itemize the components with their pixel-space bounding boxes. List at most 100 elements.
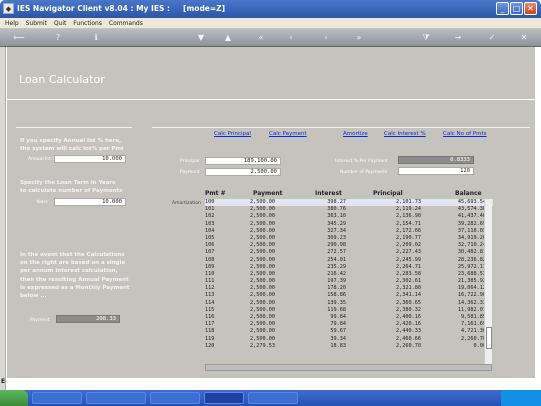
table-row[interactable]: 101 2,500.00 380.76 2,119.24 43,574.30 [205, 206, 493, 213]
table-row[interactable]: 100 2,500.00 398.27 2,101.73 45,693.54 [205, 199, 493, 207]
menu-commands[interactable]: Commands [109, 18, 143, 29]
table-row[interactable]: 112 2,500.00 178.20 2,321.80 19,064.12 [205, 285, 493, 292]
cell-interest: 327.34 [327, 227, 346, 234]
table-row[interactable]: 104 2,500.00 327.34 2,172.66 37,110.03 [205, 228, 493, 235]
payment-field[interactable]: 2,500.00 [205, 168, 281, 176]
minimize-button[interactable]: _ [496, 2, 509, 15]
cell-interest: 197.39 [327, 278, 346, 285]
cell-principal: 2,190.77 [396, 234, 421, 241]
side-strip: E [0, 47, 6, 390]
cell-balance: 7,161.69 [461, 321, 486, 328]
cell-pmt: 117 [205, 321, 215, 328]
principal-field[interactable]: 189,100.00 [205, 157, 281, 165]
filter-icon[interactable]: ⧩ [420, 32, 432, 44]
close-window-button[interactable]: ✕ [524, 2, 537, 15]
forward-icon[interactable]: → [452, 32, 464, 44]
table-row[interactable]: 109 2,500.00 235.29 2,264.71 25,972.11 [205, 264, 493, 271]
amortization-table: 100 2,500.00 398.27 2,101.73 45,693.54 101 2,5… [205, 199, 493, 363]
cell-balance: 32,710.24 [457, 242, 486, 249]
note-line6: below ... [20, 293, 47, 300]
table-row[interactable]: 102 2,500.00 363.10 2,136.90 41,437.40 [205, 213, 493, 220]
menu-bar: Help Submit Quit Functions Commands [0, 18, 541, 29]
table-row[interactable]: 120 2,279.53 18.83 2,260.70 0.00 [205, 343, 493, 350]
last-icon[interactable]: » [353, 32, 365, 44]
cell-payment: 2,500.00 [250, 299, 275, 306]
taskbar-item-2[interactable] [86, 392, 146, 404]
maximize-button[interactable]: □ [510, 2, 523, 15]
cell-interest: 139.35 [327, 299, 346, 306]
table-vertical-scrollbar[interactable] [484, 199, 492, 364]
menu-help[interactable]: Help [5, 18, 19, 29]
cell-pmt: 118 [205, 328, 215, 335]
cell-principal: 2,245.99 [396, 256, 421, 263]
amortization-label: Amortization [172, 201, 201, 206]
years-field[interactable]: 10.000 [54, 198, 126, 206]
table-row[interactable]: 106 2,500.00 290.98 2,209.02 32,710.24 [205, 242, 493, 249]
taskbar-item-1[interactable] [32, 392, 82, 404]
down-icon[interactable]: ▼ [195, 32, 207, 44]
col-header-pmt: Pmt # [205, 190, 226, 197]
cell-payment: 2,500.00 [250, 321, 275, 328]
annual-hint-line1: If you specify Annual Int % here, [20, 138, 122, 144]
table-row[interactable]: 116 2,500.00 99.84 2,400.16 9,581.85 [205, 314, 493, 321]
taskbar-item-5[interactable] [248, 392, 298, 404]
cell-payment: 2,500.00 [250, 335, 275, 342]
table-row[interactable]: 119 2,500.00 39.34 2,460.66 2,260.70 [205, 336, 493, 343]
calc-interest-link[interactable]: Calc Interest % [384, 131, 426, 137]
cell-pmt: 102 [205, 213, 215, 220]
cell-interest: 345.29 [327, 220, 346, 227]
cell-pmt: 101 [205, 206, 215, 213]
taskbar-item-3[interactable] [150, 392, 200, 404]
cell-pmt: 119 [205, 335, 215, 342]
back-icon[interactable]: ⟵ [10, 32, 28, 44]
table-row[interactable]: 114 2,500.00 139.35 2,360.65 14,362.33 [205, 300, 493, 307]
cell-interest: 18.83 [330, 342, 346, 349]
table-row[interactable]: 107 2,500.00 272.57 2,227.43 30,482.81 [205, 249, 493, 256]
start-button[interactable] [0, 390, 28, 406]
info-icon[interactable]: ℹ [90, 32, 102, 44]
table-row[interactable]: 108 2,500.00 254.01 2,245.99 28,236.82 [205, 257, 493, 264]
cell-principal: 2,302.61 [396, 278, 421, 285]
prev-icon[interactable]: ‹ [285, 32, 297, 44]
calc-payment-link[interactable]: Calc Payment [269, 131, 307, 137]
table-row[interactable]: 105 2,500.00 309.23 2,190.77 34,919.26 [205, 235, 493, 242]
page-title: Loan Calculator [19, 73, 105, 86]
menu-submit[interactable]: Submit [26, 18, 47, 29]
next-icon[interactable]: › [320, 32, 332, 44]
taskbar-item-4[interactable] [204, 392, 244, 404]
table-row[interactable]: 115 2,500.00 119.68 2,380.32 11,982.01 [205, 307, 493, 314]
help-icon[interactable]: ? [52, 32, 64, 44]
divider-right [152, 127, 530, 128]
cell-pmt: 107 [205, 249, 215, 256]
close-icon[interactable]: ✕ [518, 32, 530, 44]
up-icon[interactable]: ▲ [222, 32, 234, 44]
table-row[interactable]: 111 2,500.00 197.39 2,302.61 21,385.92 [205, 278, 493, 285]
note-line4: then the resulting Annual Payment [20, 276, 129, 283]
cell-balance: 39,282.69 [457, 220, 486, 227]
cell-principal: 2,209.02 [396, 242, 421, 249]
cell-interest: 178.20 [327, 285, 346, 292]
col-header-payment: Payment [253, 190, 283, 197]
table-row[interactable]: 103 2,500.00 345.29 2,154.71 39,282.69 [205, 221, 493, 228]
menu-quit[interactable]: Quit [54, 18, 67, 29]
table-horizontal-scrollbar[interactable] [205, 364, 492, 371]
table-row[interactable]: 113 2,500.00 158.86 2,341.14 16,722.98 [205, 292, 493, 299]
amortize-link[interactable]: Amortize [343, 131, 368, 137]
cell-pmt: 104 [205, 227, 215, 234]
cell-interest: 216.42 [327, 270, 346, 277]
scrollbar-thumb[interactable] [486, 327, 492, 349]
cell-principal: 2,136.90 [396, 213, 421, 220]
calc-no-pmts-link[interactable]: Calc No of Pmts [443, 131, 486, 137]
cell-payment: 2,500.00 [250, 249, 275, 256]
table-row[interactable]: 118 2,500.00 59.67 2,440.33 4,721.36 [205, 328, 493, 335]
table-row[interactable]: 110 2,500.00 216.42 2,283.58 23,688.53 [205, 271, 493, 278]
principal-label: Principal [180, 159, 200, 164]
table-row[interactable]: 117 2,500.00 79.84 2,420.16 7,161.69 [205, 321, 493, 328]
menu-functions[interactable]: Functions [73, 18, 102, 29]
number-of-payments-field[interactable]: 120 [398, 167, 474, 175]
confirm-icon[interactable]: ✓ [486, 32, 498, 44]
calc-principal-link[interactable]: Calc Principal [214, 131, 251, 137]
cell-pmt: 116 [205, 314, 215, 320]
first-icon[interactable]: « [255, 32, 267, 44]
annual-int-field[interactable]: 10.000 [54, 155, 126, 163]
